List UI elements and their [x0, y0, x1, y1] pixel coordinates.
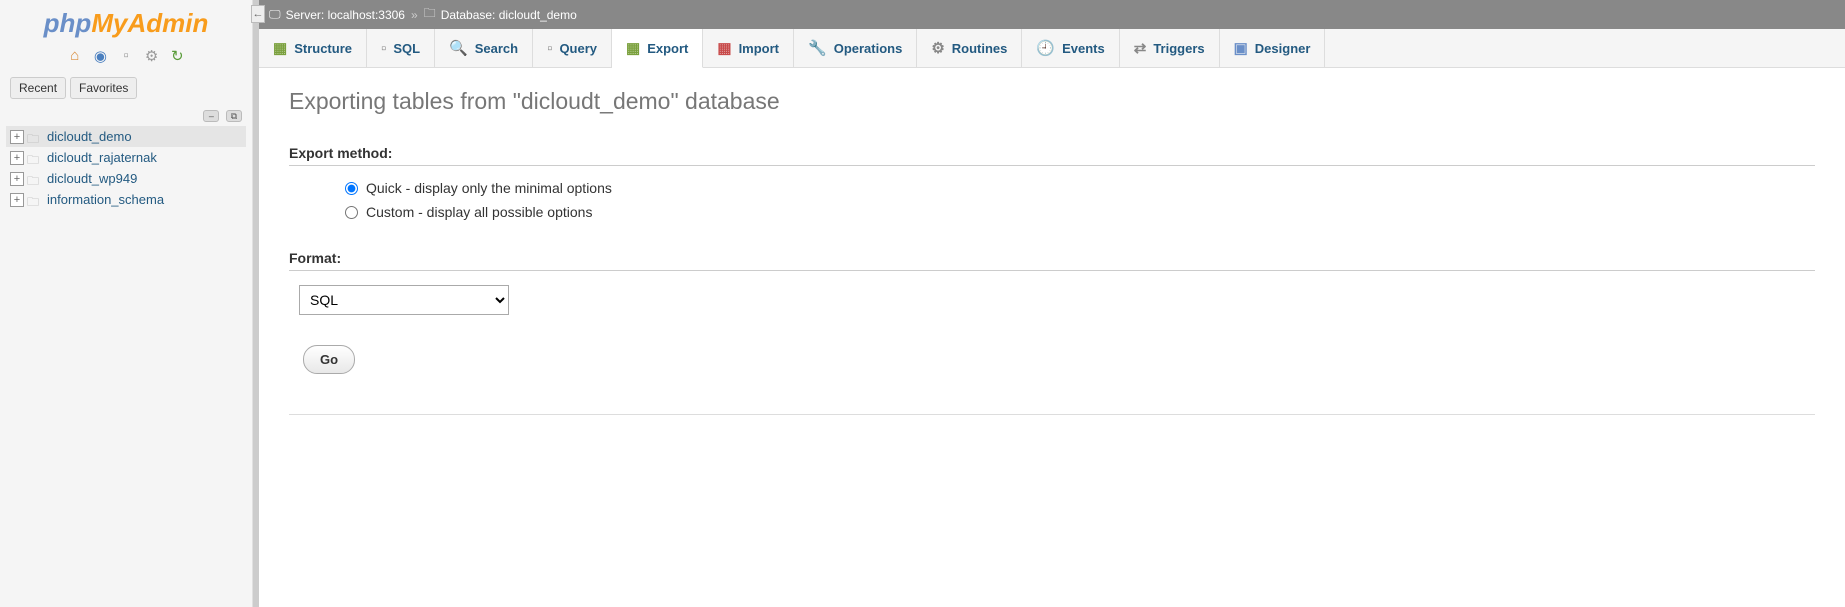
import-icon: ▦ — [717, 39, 731, 57]
db-item-dicloudt_demo[interactable]: +dicloudt_demo — [6, 126, 246, 147]
export-icon: ▦ — [626, 39, 640, 57]
designer-icon: ▣ — [1234, 39, 1248, 57]
database-icon — [27, 151, 43, 165]
link-icon[interactable]: ⧉ — [226, 110, 242, 122]
database-icon — [27, 172, 43, 186]
server-icon: 🖵 — [269, 7, 281, 22]
format-label: Format: — [289, 250, 1815, 271]
recent-tab[interactable]: Recent — [10, 77, 66, 99]
docs-icon[interactable]: ▫ — [117, 47, 135, 65]
favorites-tab[interactable]: Favorites — [70, 77, 137, 99]
sidebar-quick-icons: ⌂ ◉ ▫ ⚙ ↻ — [0, 43, 252, 73]
divider — [289, 414, 1815, 415]
collapse-all-icon[interactable]: – — [203, 110, 219, 122]
logout-icon[interactable]: ◉ — [91, 47, 109, 65]
tab-events[interactable]: 🕘Events — [1022, 29, 1119, 67]
database-icon — [27, 193, 43, 207]
export-quick-radio[interactable] — [345, 182, 358, 195]
tab-triggers[interactable]: ⇄Triggers — [1120, 29, 1220, 67]
db-item-dicloudt_rajaternak[interactable]: +dicloudt_rajaternak — [6, 147, 246, 168]
tab-export[interactable]: ▦Export — [612, 29, 703, 68]
top-tabs: ▦Structure▫SQL🔍Search▫Query▦Export▦Impor… — [259, 29, 1845, 68]
home-icon[interactable]: ⌂ — [66, 47, 84, 65]
search-icon: 🔍 — [449, 39, 468, 57]
export-custom-option[interactable]: Custom - display all possible options — [345, 204, 1815, 220]
go-button[interactable]: Go — [303, 345, 355, 374]
reload-icon[interactable]: ↻ — [168, 47, 186, 65]
expand-icon[interactable]: + — [10, 193, 24, 207]
sidebar: phpMyAdmin ⌂ ◉ ▫ ⚙ ↻ Recent Favorites – … — [0, 0, 253, 607]
expand-icon[interactable]: + — [10, 130, 24, 144]
export-custom-radio[interactable] — [345, 206, 358, 219]
tab-designer[interactable]: ▣Designer — [1220, 29, 1326, 67]
operations-icon: 🔧 — [808, 39, 827, 57]
tab-search[interactable]: 🔍Search — [435, 29, 533, 67]
events-icon: 🕘 — [1036, 39, 1055, 57]
sql-icon: ▫ — [381, 40, 386, 57]
db-item-dicloudt_wp949[interactable]: +dicloudt_wp949 — [6, 168, 246, 189]
tab-operations[interactable]: 🔧Operations — [794, 29, 917, 67]
triggers-icon: ⇄ — [1134, 39, 1147, 57]
collapse-sidebar-icon[interactable]: ← — [251, 5, 265, 23]
query-icon: ▫ — [547, 40, 552, 57]
expand-icon[interactable]: + — [10, 151, 24, 165]
settings-icon[interactable]: ⚙ — [143, 47, 161, 65]
tab-routines[interactable]: ⚙Routines — [917, 29, 1022, 67]
tab-query[interactable]: ▫Query — [533, 29, 612, 67]
routines-icon: ⚙ — [931, 39, 944, 57]
page-title: Exporting tables from "dicloudt_demo" da… — [289, 88, 1815, 115]
tab-structure[interactable]: ▦Structure — [259, 29, 367, 67]
database-icon — [27, 130, 43, 144]
phpmyadmin-logo[interactable]: phpMyAdmin — [0, 0, 252, 43]
tab-sql[interactable]: ▫SQL — [367, 29, 435, 67]
export-method-label: Export method: — [289, 145, 1815, 166]
expand-icon[interactable]: + — [10, 172, 24, 186]
db-item-information_schema[interactable]: +information_schema — [6, 189, 246, 210]
breadcrumb-server[interactable]: Server: localhost:3306 — [286, 8, 405, 22]
sidebar-resizer[interactable]: ← — [253, 0, 259, 607]
breadcrumb-database[interactable]: Database: dicloudt_demo — [441, 8, 577, 22]
database-tree: +dicloudt_demo+dicloudt_rajaternak+diclo… — [0, 126, 252, 607]
breadcrumb: 🖵 Server: localhost:3306 » 🗀 Database: d… — [259, 0, 1845, 29]
tab-import[interactable]: ▦Import — [703, 29, 794, 67]
structure-icon: ▦ — [273, 39, 287, 57]
database-icon: 🗀 — [424, 4, 436, 25]
format-select[interactable]: SQL — [299, 285, 509, 315]
export-quick-option[interactable]: Quick - display only the minimal options — [345, 180, 1815, 196]
